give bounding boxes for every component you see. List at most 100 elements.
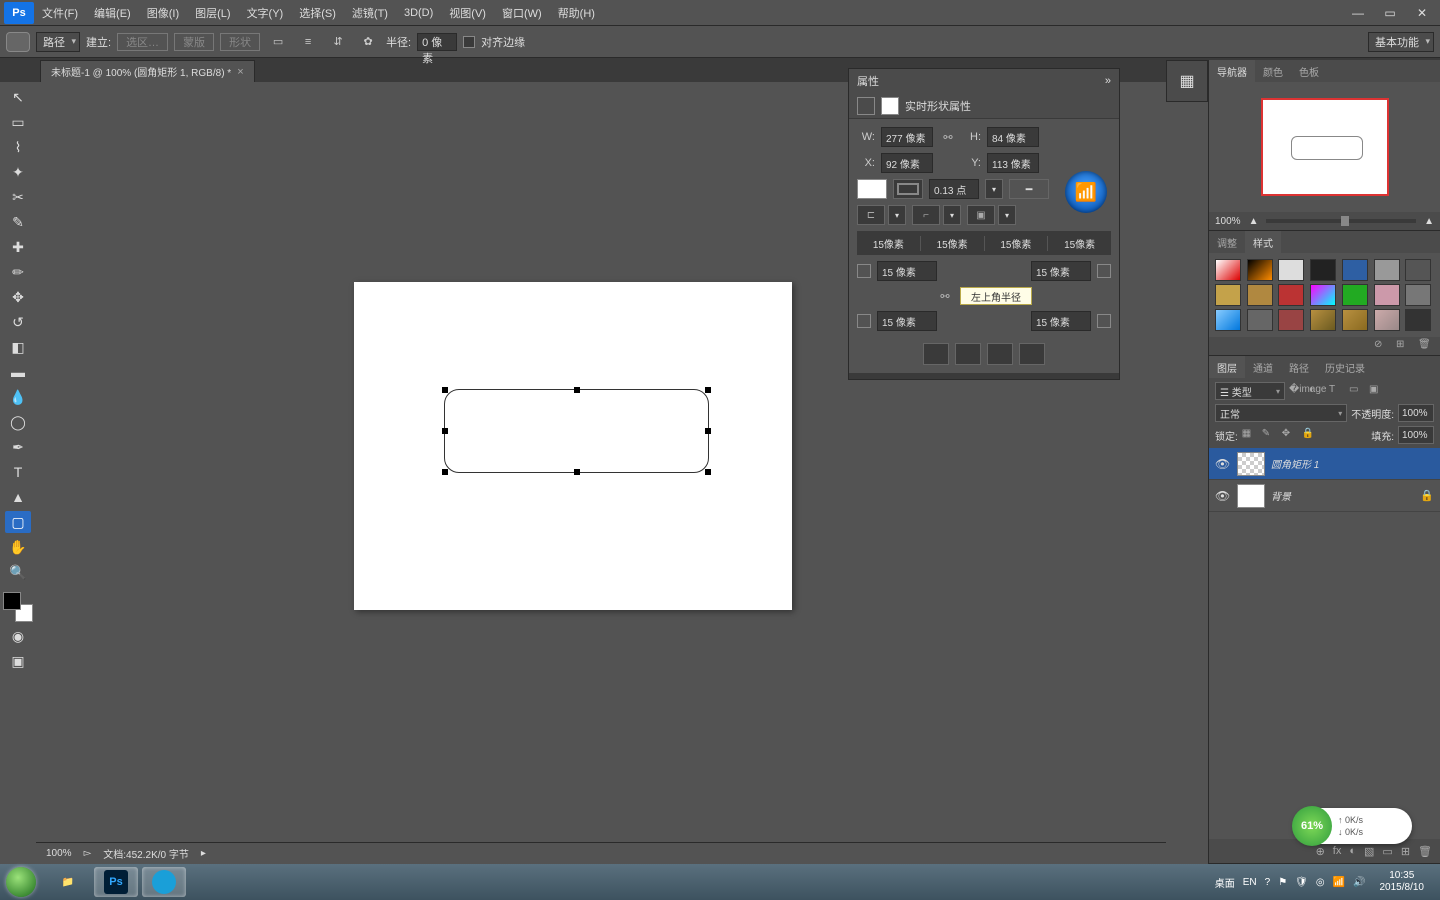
tab-swatches[interactable]: 色板 (1291, 60, 1327, 82)
navigator-thumbnail[interactable] (1209, 82, 1440, 212)
pen-tool[interactable]: ✒ (5, 436, 31, 458)
delete-layer-icon[interactable]: 🗑 (1418, 845, 1432, 858)
lock-pos-icon[interactable]: ✥ (1282, 428, 1298, 442)
menu-file[interactable]: 文件(F) (34, 5, 86, 21)
lasso-tool[interactable]: ⌇ (5, 136, 31, 158)
tray-flag-icon[interactable]: ⚑ (1278, 877, 1287, 888)
corner-tl-icon[interactable] (857, 264, 871, 278)
layer-name[interactable]: 背景 (1271, 488, 1291, 503)
document-tab[interactable]: 未标题-1 @ 100% (圆角矩形 1, RGB/8) * × (40, 60, 255, 82)
rounded-rect-shape[interactable] (444, 389, 709, 473)
taskbar-clock[interactable]: 10:35 2015/8/10 (1374, 870, 1431, 894)
hand-tool[interactable]: ✋ (5, 536, 31, 558)
menu-layer[interactable]: 图层(L) (187, 5, 238, 21)
tab-styles[interactable]: 样式 (1245, 231, 1281, 253)
make-shape-button[interactable]: 形状 (220, 33, 260, 51)
style-swatch[interactable] (1215, 309, 1241, 331)
menu-3d[interactable]: 3D(D) (396, 7, 441, 19)
tab-navigator[interactable]: 导航器 (1209, 60, 1255, 82)
minimize-button[interactable]: — (1344, 3, 1372, 23)
rounded-rect-tool-icon[interactable] (6, 32, 30, 52)
handle-tr[interactable] (705, 387, 711, 393)
gear-icon[interactable]: ✿ (356, 32, 380, 52)
cap-butt[interactable]: ⊏ (857, 205, 885, 225)
clear-style-icon[interactable]: ⊘ (1374, 339, 1390, 353)
link-layers-icon[interactable]: ⊕ (1316, 845, 1325, 858)
new-style-icon[interactable]: ⊞ (1396, 339, 1412, 353)
navigator-zoom[interactable]: 100% (1215, 216, 1241, 227)
handle-mr[interactable] (705, 428, 711, 434)
arrow-icon[interactable]: ▻ (84, 848, 92, 859)
style-swatch[interactable] (1374, 259, 1400, 281)
link-wh-icon[interactable]: ⚯ (939, 128, 957, 146)
path-subtract[interactable] (955, 343, 981, 365)
magic-wand-tool[interactable]: ✦ (5, 161, 31, 183)
collapse-icon[interactable]: » (1105, 75, 1111, 87)
layer-thumbnail[interactable] (1237, 452, 1265, 476)
filter-pixel-icon[interactable]: �image (1289, 384, 1305, 398)
zoom-out-icon[interactable]: ▲ (1249, 216, 1259, 227)
start-button[interactable] (0, 864, 42, 900)
tab-layers[interactable]: 图层 (1209, 356, 1245, 378)
network-widget[interactable]: 61% ↑ 0K/s ↓ 0K/s (1294, 808, 1412, 844)
style-swatch[interactable] (1342, 284, 1368, 306)
layer-thumbnail[interactable] (1237, 484, 1265, 508)
path-intersect[interactable] (987, 343, 1013, 365)
style-swatch[interactable] (1310, 284, 1336, 306)
crop-tool[interactable]: ✂ (5, 186, 31, 208)
eyedropper-tool[interactable]: ✎ (5, 211, 31, 233)
make-selection-button[interactable]: 选区… (117, 33, 168, 51)
tray-shield-icon[interactable]: 🛡 (1295, 877, 1308, 888)
adjustment-layer-icon[interactable]: ▧ (1364, 845, 1374, 858)
y-field[interactable]: 113 像素 (987, 153, 1039, 173)
style-swatch[interactable] (1247, 309, 1273, 331)
panel-resize-handle[interactable] (849, 373, 1119, 379)
group-icon[interactable]: ▭ (1382, 845, 1392, 858)
join-miter[interactable]: ⌐ (912, 205, 940, 225)
handle-ml[interactable] (442, 428, 448, 434)
tray-network-icon[interactable]: 📶 (1333, 877, 1345, 888)
filter-adjust-icon[interactable]: ◐ (1309, 384, 1325, 398)
join-dropdown[interactable]: ▾ (943, 205, 961, 225)
menu-type[interactable]: 文字(Y) (239, 5, 292, 21)
style-swatch[interactable] (1215, 284, 1241, 306)
path-align-icon[interactable]: ≡ (296, 32, 320, 52)
handle-tl[interactable] (442, 387, 448, 393)
close-tab-icon[interactable]: × (237, 66, 243, 78)
task-photoshop[interactable]: Ps (94, 867, 138, 897)
screen-mode-icon[interactable]: ▣ (5, 650, 31, 672)
zoom-slider[interactable] (1266, 219, 1416, 223)
task-browser[interactable] (142, 867, 186, 897)
corner-br-field[interactable]: 15 像素 (1031, 311, 1091, 331)
zoom-in-icon[interactable]: ▲ (1424, 216, 1434, 227)
clone-tool[interactable]: ✥ (5, 286, 31, 308)
stroke-swatch[interactable] (893, 179, 923, 199)
lock-trans-icon[interactable]: ▦ (1242, 428, 1258, 442)
filter-type-icon[interactable]: T (1329, 384, 1345, 398)
color-swatches[interactable] (3, 592, 33, 622)
tab-color[interactable]: 颜色 (1255, 60, 1291, 82)
style-swatch[interactable] (1310, 309, 1336, 331)
tab-channels[interactable]: 通道 (1245, 356, 1281, 378)
handle-bl[interactable] (442, 469, 448, 475)
tray-help-icon[interactable]: ? (1265, 877, 1271, 888)
style-swatch[interactable] (1405, 284, 1431, 306)
gradient-tool[interactable]: ▬ (5, 361, 31, 383)
dodge-tool[interactable]: ◯ (5, 411, 31, 433)
cap-dropdown[interactable]: ▾ (888, 205, 906, 225)
blend-mode-select[interactable]: 正常 (1215, 404, 1347, 422)
path-exclude[interactable] (1019, 343, 1045, 365)
corner-bl-icon[interactable] (857, 314, 871, 328)
style-swatch[interactable] (1278, 259, 1304, 281)
style-swatch[interactable] (1374, 309, 1400, 331)
style-swatch[interactable] (1278, 309, 1304, 331)
lock-all-icon[interactable]: 🔒 (1302, 428, 1318, 442)
filter-smart-icon[interactable]: ▣ (1369, 384, 1385, 398)
tray-sound-icon[interactable]: 🔊 (1353, 877, 1365, 888)
collapsed-panel-icon[interactable]: ▦ (1166, 60, 1208, 102)
workspace-switcher[interactable]: 基本功能 (1368, 32, 1434, 52)
fill-field[interactable]: 100% (1398, 426, 1434, 444)
corner-tl-field[interactable]: 15 像素 (877, 261, 937, 281)
menu-image[interactable]: 图像(I) (139, 5, 187, 21)
style-swatch[interactable] (1247, 284, 1273, 306)
